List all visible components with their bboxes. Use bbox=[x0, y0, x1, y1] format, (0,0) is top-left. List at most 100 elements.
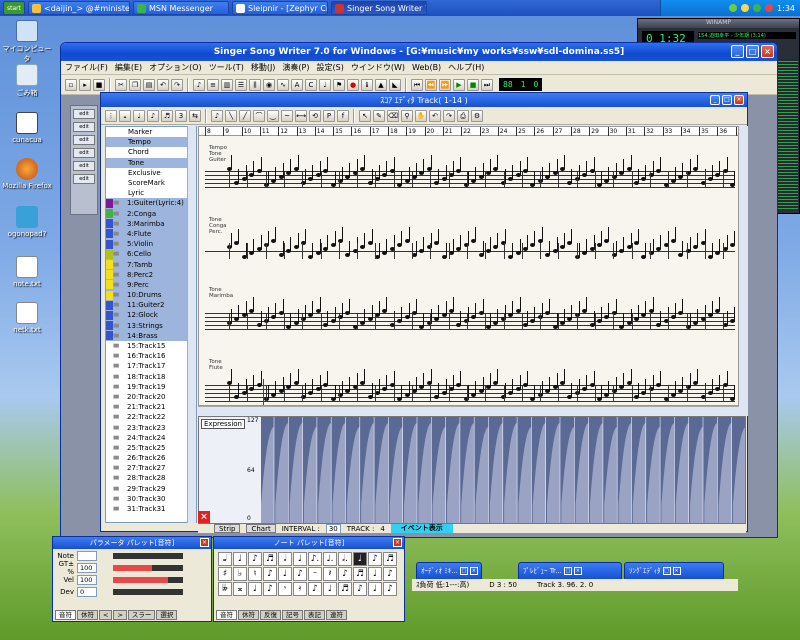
track-row[interactable]: ▮▮▮ 29:Track29 bbox=[106, 484, 196, 494]
track-mode-icons[interactable]: ▮▮▮ bbox=[113, 200, 127, 206]
note-tool-icon[interactable]: ♪ bbox=[211, 109, 223, 122]
track-mode-icons[interactable]: ▮▮▮ bbox=[113, 465, 127, 471]
param-value-field[interactable]: 0 bbox=[77, 586, 97, 597]
track-row[interactable]: ▮▮▮ 7:Tamb bbox=[106, 259, 196, 270]
track-mode-icons[interactable]: ▮▮▮ bbox=[113, 333, 127, 339]
desktop-icon-recycle[interactable]: ごみ箱 bbox=[0, 64, 54, 98]
note-palette-button[interactable]: ♪ bbox=[308, 582, 322, 596]
note-palette-button[interactable]: 𝄫 bbox=[218, 582, 232, 596]
note-palette-button[interactable]: ♪ bbox=[263, 582, 277, 596]
expression-bar[interactable] bbox=[418, 423, 432, 524]
track-mode-icons[interactable]: ▮▮▮ bbox=[113, 343, 127, 349]
whole-note-icon[interactable]: 𝅝 bbox=[119, 109, 131, 122]
side-edit-button[interactable]: edit bbox=[73, 109, 95, 119]
track-mode-icons[interactable]: ▮▮▮ bbox=[113, 455, 127, 461]
track-mode-icons[interactable]: ▮▮▮ bbox=[113, 211, 127, 217]
tab-notation[interactable]: 表記 bbox=[304, 610, 325, 620]
note-palette-button[interactable]: ♩ bbox=[293, 552, 307, 566]
expression-bar[interactable] bbox=[675, 423, 689, 524]
track-row[interactable]: ▮▮▮ 28:Track28 bbox=[106, 473, 196, 483]
note-palette-button[interactable]: 𝅗𝅥 bbox=[278, 552, 292, 566]
note-palette-button[interactable]: ♯ bbox=[218, 567, 232, 581]
sixteenth-note-icon[interactable]: ♬ bbox=[161, 109, 173, 122]
track-mode-icons[interactable]: ▮▮▮ bbox=[113, 241, 127, 247]
track-mode-icons[interactable]: ▮▮▮ bbox=[113, 445, 127, 451]
paste-icon[interactable]: ▤ bbox=[143, 78, 155, 91]
open-icon[interactable]: ▸ bbox=[79, 78, 91, 91]
track-header-chord[interactable]: Chord bbox=[106, 147, 196, 157]
note-palette-button[interactable]: ♪ bbox=[263, 567, 277, 581]
menu-window[interactable]: ウインドウ(W) bbox=[351, 62, 405, 73]
track-header-tempo[interactable]: Tempo bbox=[106, 137, 196, 148]
beam-icon[interactable]: ╲ bbox=[225, 109, 237, 122]
minimized-preview[interactable]: ﾌﾟﾚﾋﾞｭｰ Tr... □ × bbox=[518, 562, 622, 580]
expression-curve[interactable] bbox=[261, 417, 746, 524]
mixer-icon[interactable]: ⫼ bbox=[249, 78, 261, 91]
side-edit-button[interactable]: edit bbox=[73, 174, 95, 184]
track-row[interactable]: ▮▮▮ 25:Track25 bbox=[106, 443, 196, 453]
print-icon[interactable]: ⎙ bbox=[457, 109, 469, 122]
track-mode-icons[interactable]: ▮▮▮ bbox=[113, 414, 127, 420]
track-header-lyric[interactable]: Lyric bbox=[106, 188, 196, 198]
main-titlebar[interactable]: Singer Song Writer 7.0 for Windows - [G:… bbox=[61, 43, 777, 61]
tempo-icon[interactable]: ♩ bbox=[319, 78, 331, 91]
score-titlebar[interactable]: ｽｺｱ ｴﾃﾞｨﾀ Track( 1-14 ) _ □ × bbox=[101, 93, 747, 107]
note-palette-button[interactable]: ♪ bbox=[383, 567, 397, 581]
tab-prev[interactable]: < bbox=[99, 610, 113, 620]
track-header-exclusive[interactable]: Exclusive bbox=[106, 168, 196, 178]
track-header-marker[interactable]: Marker bbox=[106, 127, 196, 137]
track-mode-icons[interactable]: ▮▮▮ bbox=[113, 231, 127, 237]
metronome-icon[interactable]: ▲ bbox=[375, 78, 387, 91]
menu-settings[interactable]: 設定(S) bbox=[317, 62, 344, 73]
slur-icon[interactable]: ⌒ bbox=[253, 109, 265, 122]
glissando-icon[interactable]: ~ bbox=[281, 109, 293, 122]
undo-icon[interactable]: ↶ bbox=[429, 109, 441, 122]
stop-icon[interactable]: ■ bbox=[467, 78, 479, 91]
note-palette-button[interactable]: ♩ bbox=[248, 582, 262, 596]
track-mode-icons[interactable]: ▮▮▮ bbox=[113, 496, 127, 502]
select-icon[interactable]: ↖ bbox=[359, 109, 371, 122]
expression-bar[interactable] bbox=[289, 423, 303, 524]
note-palette-button[interactable]: ♩ bbox=[368, 582, 382, 596]
note-palette-button[interactable]: ♩ bbox=[278, 567, 292, 581]
expression-bar[interactable] bbox=[647, 427, 661, 524]
note-palette-button[interactable]: 𝄽 bbox=[323, 567, 337, 581]
param-slider[interactable] bbox=[113, 564, 183, 571]
event-display-button[interactable]: イベント表示 bbox=[390, 524, 453, 533]
desktop-icon[interactable]: netk.txt bbox=[0, 302, 54, 334]
note-palette-button[interactable]: 𝄾 bbox=[278, 582, 292, 596]
restore-button[interactable]: □ bbox=[563, 567, 572, 575]
minimize-button[interactable]: _ bbox=[710, 95, 720, 105]
expression-bar[interactable] bbox=[518, 427, 532, 524]
score-staff-view[interactable]: 8 9 10 11 12 13 14 15 16 17 18 19 20 21 22 23 24 25 26 27 28… bbox=[198, 126, 739, 406]
copy-icon[interactable]: ❐ bbox=[129, 78, 141, 91]
expression-bar[interactable] bbox=[547, 423, 560, 524]
expression-bar[interactable] bbox=[446, 423, 460, 524]
track-mode-icons[interactable]: ▮▮▮ bbox=[113, 374, 127, 380]
track-mode-icons[interactable]: ▮▮▮ bbox=[113, 292, 127, 298]
quarter-note-icon[interactable]: ♩ bbox=[133, 109, 145, 122]
track-row[interactable]: ▮▮▮ 18:Track18 bbox=[106, 372, 196, 382]
note-palette-button[interactable]: 𝄪 bbox=[233, 582, 247, 596]
track-mode-icons[interactable]: ▮▮▮ bbox=[113, 363, 127, 369]
tab-next[interactable]: > bbox=[113, 610, 127, 620]
tab-note[interactable]: 音符 bbox=[216, 610, 237, 620]
tie-icon[interactable]: ‿ bbox=[267, 109, 279, 122]
track-list-scrollbar[interactable] bbox=[187, 126, 196, 523]
side-edit-button[interactable]: edit bbox=[73, 122, 95, 132]
expression-bar[interactable] bbox=[261, 427, 274, 524]
drum-icon[interactable]: ◉ bbox=[263, 78, 275, 91]
cut-icon[interactable]: ✂ bbox=[115, 78, 127, 91]
restore-button[interactable]: □ bbox=[459, 567, 468, 575]
note-palette-button[interactable]: ♬ bbox=[263, 552, 277, 566]
track-row[interactable]: ▮▮▮ 10:Drums bbox=[106, 290, 196, 301]
save-icon[interactable]: ■ bbox=[93, 78, 105, 91]
score-editor-window[interactable]: ｽｺｱ ｴﾃﾞｨﾀ Track( 1-14 ) _ □ × ⋮ 𝅝 ♩ ♪ ♬ … bbox=[100, 92, 748, 534]
track-row[interactable]: ▮▮▮ 30:Track30 bbox=[106, 494, 196, 504]
track-row[interactable]: ▮▮▮ 20:Track20 bbox=[106, 392, 196, 402]
chart-button[interactable]: Chart bbox=[246, 524, 276, 533]
event-list-icon[interactable]: ☰ bbox=[235, 78, 247, 91]
align-icon[interactable]: ⇆ bbox=[189, 109, 201, 122]
pencil-icon[interactable]: ✎ bbox=[373, 109, 385, 122]
tab-select[interactable]: 選択 bbox=[156, 610, 178, 620]
